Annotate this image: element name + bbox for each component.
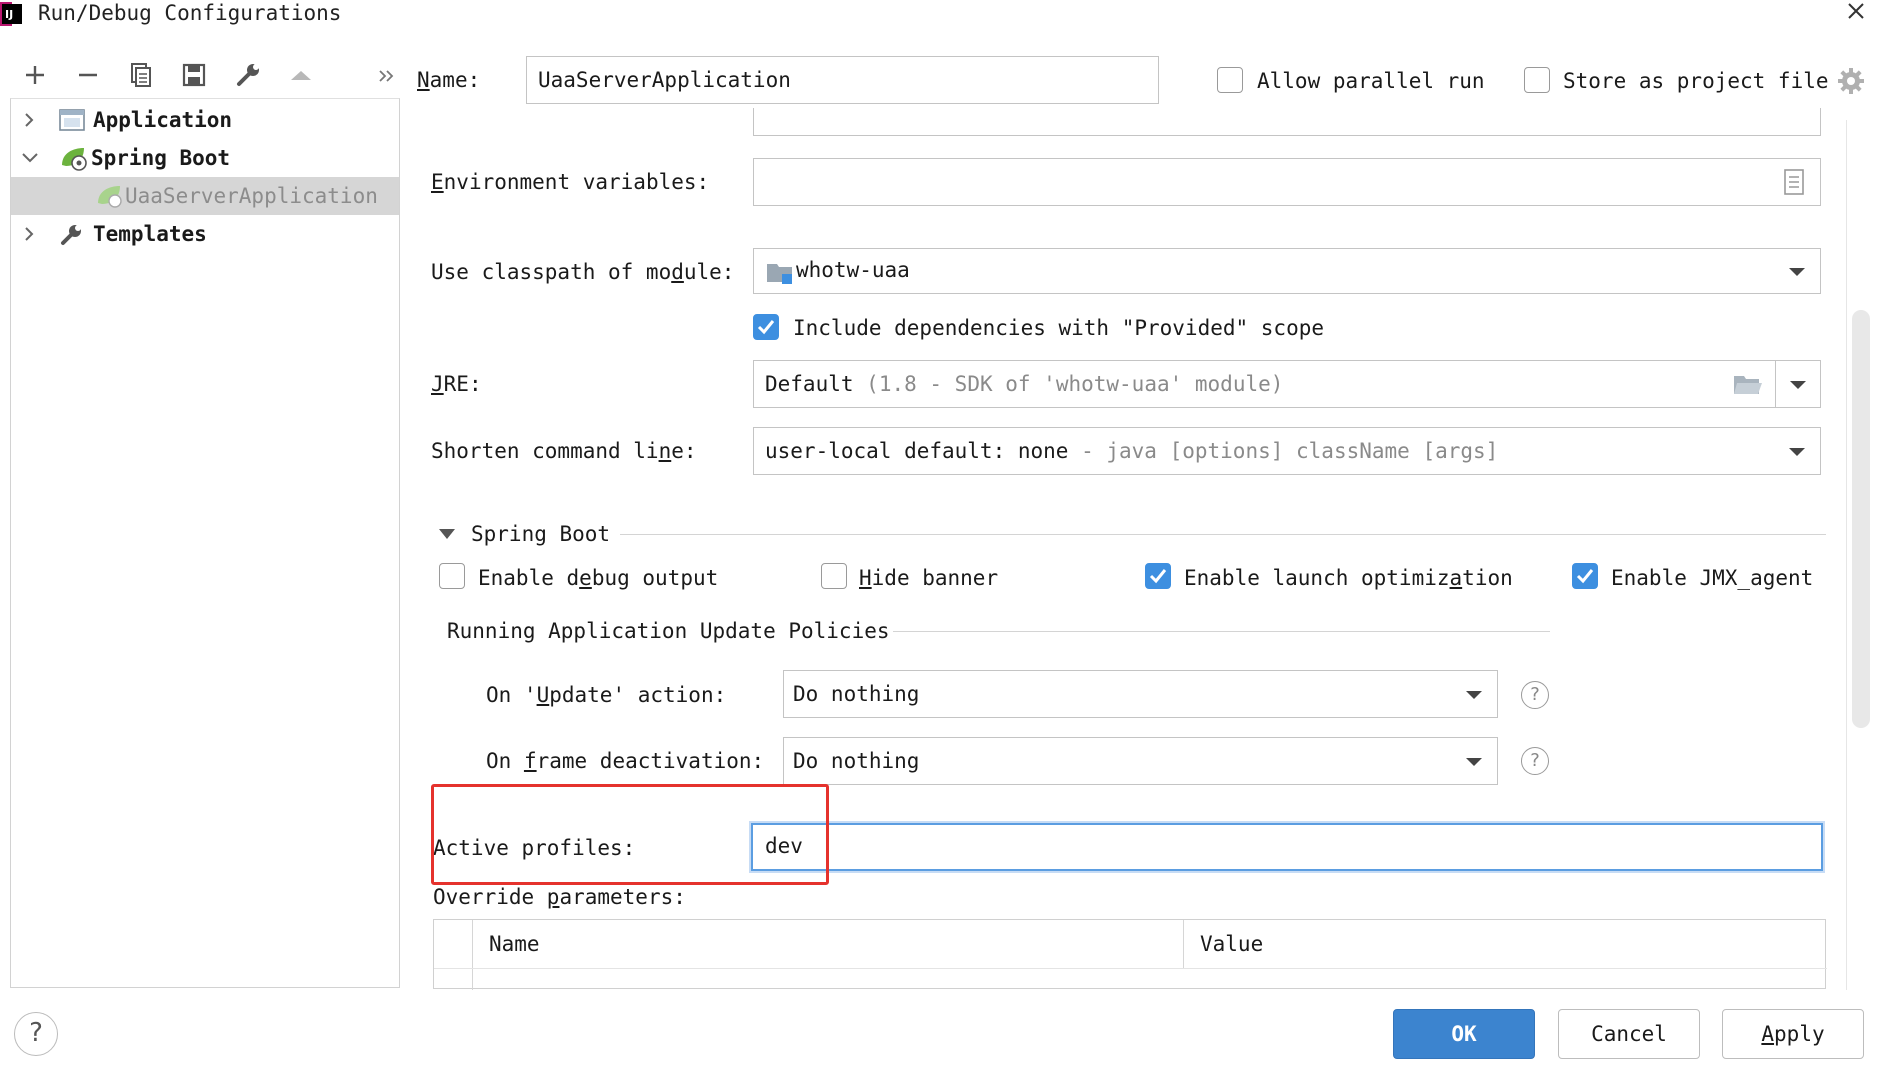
window-title: Run/Debug Configurations xyxy=(38,1,342,25)
include-provided-checkbox[interactable] xyxy=(753,314,779,340)
plus-icon[interactable] xyxy=(18,58,52,92)
chevron-down-icon[interactable] xyxy=(21,150,39,166)
jre-label: JRE: xyxy=(431,372,482,396)
update-action-label: On 'Update' action: xyxy=(486,683,727,707)
chevron-down-icon xyxy=(1465,689,1483,701)
minus-icon[interactable] xyxy=(71,58,105,92)
table-header-value[interactable]: Value xyxy=(1200,930,1263,958)
spring-boot-icon xyxy=(59,145,87,171)
apply-button[interactable]: Apply xyxy=(1722,1009,1864,1059)
chevron-down-icon xyxy=(1465,756,1483,768)
title-bar: IJ Run/Debug Configurations xyxy=(0,0,1892,30)
frame-deactivation-label: On frame deactivation: xyxy=(486,749,765,773)
document-icon[interactable] xyxy=(1782,168,1806,196)
table-column-divider xyxy=(1183,920,1184,968)
vertical-scrollbar[interactable] xyxy=(1852,310,1870,728)
chevron-down-icon xyxy=(1788,446,1806,458)
table-header-divider xyxy=(434,968,1827,969)
folder-icon[interactable] xyxy=(1733,373,1763,397)
frame-deactivation-dropdown[interactable]: Do nothing xyxy=(783,737,1498,785)
env-variables-input[interactable] xyxy=(753,158,1821,206)
table-column-divider xyxy=(472,920,473,990)
tree-item-uaaserverapplication[interactable]: UaaServerApplication xyxy=(11,177,399,215)
hide-banner-label: Hide banner xyxy=(859,566,999,590)
launch-optimization-checkbox[interactable] xyxy=(1145,563,1171,589)
chevron-down-icon xyxy=(1789,379,1807,391)
tree-item-label: Application xyxy=(93,108,233,132)
jre-dropdown-button[interactable] xyxy=(1775,360,1821,408)
copy-icon[interactable] xyxy=(124,58,158,92)
tree-item-templates[interactable]: Templates xyxy=(11,215,399,253)
double-chevron-right-icon[interactable] xyxy=(375,64,399,88)
tree-item-label: Templates xyxy=(93,222,207,246)
shorten-value: user-local default: none xyxy=(765,439,1069,463)
ok-button[interactable]: OK xyxy=(1393,1009,1535,1059)
shorten-dropdown[interactable]: user-local default: none - java [options… xyxy=(753,427,1821,475)
launch-optimization-label: Enable launch optimization xyxy=(1184,566,1513,590)
enable-debug-label: Enable debug output xyxy=(478,566,719,590)
tree-item-application[interactable]: Application xyxy=(11,101,399,139)
tree-item-label: Spring Boot xyxy=(91,146,231,170)
svg-text:IJ: IJ xyxy=(5,8,13,21)
enable-debug-checkbox[interactable] xyxy=(439,563,465,589)
arrow-up-icon[interactable] xyxy=(284,58,318,92)
shorten-hint: - java [options] className [args] xyxy=(1081,439,1499,463)
shorten-label: Shorten command line: xyxy=(431,439,697,463)
classpath-label: Use classpath of module: xyxy=(431,260,735,284)
update-action-dropdown[interactable]: Do nothing xyxy=(783,670,1498,718)
spring-boot-app-icon xyxy=(95,183,123,209)
active-profiles-input[interactable]: dev xyxy=(751,823,1823,871)
help-icon[interactable]: ? xyxy=(1521,681,1549,709)
chevron-right-icon[interactable] xyxy=(21,112,39,128)
save-icon[interactable] xyxy=(177,58,211,92)
hide-banner-checkbox[interactable] xyxy=(821,563,847,589)
spring-boot-section-title: Spring Boot xyxy=(471,522,611,546)
classpath-dropdown[interactable]: whotw-uaa xyxy=(753,248,1821,294)
configuration-tree: Application Spring Boot UaaServerApplica… xyxy=(10,98,400,988)
override-parameters-label: Override parameters: xyxy=(433,885,686,909)
update-policies-title: Running Application Update Policies xyxy=(447,619,890,643)
close-icon[interactable] xyxy=(1842,0,1870,28)
env-variables-label: Environment variables: xyxy=(431,170,710,194)
include-provided-label: Include dependencies with "Provided" sco… xyxy=(793,316,1325,340)
tree-item-spring-boot[interactable]: Spring Boot xyxy=(11,139,399,177)
table-header-name[interactable]: Name xyxy=(489,930,540,958)
highlight-annotation-box xyxy=(431,784,829,885)
name-label: Name: xyxy=(417,68,481,92)
application-icon xyxy=(59,108,87,132)
store-project-label: Store as project file xyxy=(1563,69,1829,93)
help-icon[interactable]: ? xyxy=(1521,747,1549,775)
program-arguments-field[interactable] xyxy=(753,108,1821,136)
allow-parallel-checkbox[interactable] xyxy=(1217,67,1243,93)
store-project-checkbox[interactable] xyxy=(1524,67,1550,93)
tree-item-label: UaaServerApplication xyxy=(125,184,378,208)
jre-input[interactable]: Default (1.8 - SDK of 'whotw-uaa' module… xyxy=(753,360,1776,408)
cancel-button[interactable]: Cancel xyxy=(1558,1009,1700,1059)
help-icon[interactable]: ? xyxy=(14,1012,58,1056)
jmx-agent-checkbox[interactable] xyxy=(1572,563,1598,589)
policies-divider xyxy=(893,631,1550,632)
jmx-agent-label: Enable JMX_agent xyxy=(1611,566,1814,590)
chevron-right-icon[interactable] xyxy=(21,226,39,242)
gear-icon[interactable] xyxy=(1836,66,1866,96)
wrench-icon[interactable] xyxy=(231,58,265,92)
wrench-icon xyxy=(59,221,87,247)
collapse-triangle-icon[interactable] xyxy=(438,527,456,541)
allow-parallel-label: Allow parallel run xyxy=(1257,69,1485,93)
scroll-track xyxy=(1846,120,1847,990)
jre-hint: (1.8 - SDK of 'whotw-uaa' module) xyxy=(866,372,1284,396)
jre-value: Default xyxy=(765,372,854,396)
chevron-down-icon xyxy=(1788,266,1806,278)
override-parameters-table: Name Value xyxy=(433,919,1827,990)
name-input[interactable]: UaaServerApplication xyxy=(526,56,1159,104)
intellij-app-icon: IJ xyxy=(0,2,26,26)
section-divider xyxy=(620,534,1826,535)
